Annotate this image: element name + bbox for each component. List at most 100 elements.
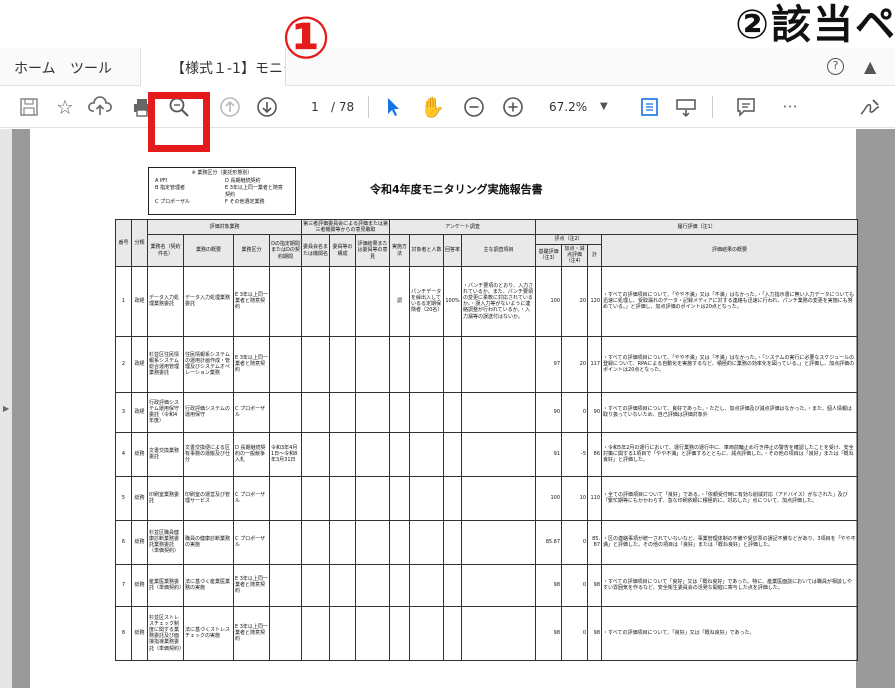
- upload-icon[interactable]: [88, 95, 112, 119]
- cell-overview: ・全ての評価項目について「良好」である。・「依頼受付時に有効な削減対応（アドバイ…: [601, 475, 859, 521]
- cell-result: [355, 391, 391, 433]
- cell-rate: [443, 391, 463, 433]
- cell-method: [389, 391, 411, 433]
- comment-icon[interactable]: [734, 95, 758, 119]
- cell-overview: ・すべての評価項目について、「良好」又は「概ね良好」であった。: [601, 605, 859, 661]
- cell-category: 政経: [131, 335, 148, 393]
- cell-base: 98: [535, 605, 563, 661]
- cell-committee: [301, 475, 331, 521]
- fit-page-icon[interactable]: [638, 95, 662, 119]
- cell-division: C プロポーザル: [233, 475, 270, 521]
- cell-method: [389, 563, 411, 607]
- toolbar-divider: [712, 96, 713, 118]
- bell-icon[interactable]: ▲: [864, 57, 876, 76]
- cell-target: [409, 563, 445, 607]
- cell-members: [329, 605, 357, 661]
- cell-overview: ・令和5年2月の運行において、運行業務の運行中に、車両前輪止め行き停止の警告を確…: [601, 431, 859, 477]
- cell-category: 総務: [131, 563, 148, 607]
- cursor-icon[interactable]: [383, 95, 403, 119]
- chevron-down-icon[interactable]: ▼: [600, 96, 608, 118]
- left-panel-toggle[interactable]: ▶: [0, 129, 12, 688]
- table-row: 4 総務 文書交換業務委託 文書交換便による区有事務の運搬及び仕分 D 長期継続契約の一…: [115, 431, 859, 477]
- legend-header: ※ 業務区分（委託形態別）: [191, 170, 253, 176]
- cell-period: [268, 391, 303, 433]
- cell-adj: 0: [561, 563, 589, 607]
- scroll-mode-icon[interactable]: [674, 95, 698, 119]
- save-icon[interactable]: [18, 95, 40, 119]
- cell-period: [268, 265, 303, 337]
- star-icon[interactable]: ☆: [54, 95, 76, 119]
- cell-method: [389, 605, 411, 661]
- expand-panel-icon[interactable]: ▶: [3, 404, 9, 413]
- cell-result: [355, 475, 391, 521]
- header-overview: 評価結果の概要: [601, 234, 859, 267]
- cell-name: 杉並区住民情報系システム総合運用管理業務委託: [147, 335, 184, 393]
- cell-items: ・パンチ要項のとおり、入力されているか。また、パンチ要領の変更に柔軟に対応されて…: [461, 265, 537, 337]
- cell-division: E 3年以上同一業者と随意契約: [233, 563, 270, 607]
- header-adj-score: 加点・減点評価（注4）: [561, 243, 589, 267]
- header-total: 計: [587, 243, 603, 267]
- legend-item: E 3年以上同一業者と随意契約: [225, 185, 283, 198]
- cell-rate: [443, 335, 463, 393]
- cell-method: 調: [389, 265, 411, 337]
- cell-result: [355, 265, 391, 337]
- zoom-level[interactable]: 67.2%: [549, 96, 587, 118]
- legend-item: F その他選定業務: [225, 199, 265, 205]
- cell-items: [461, 475, 537, 521]
- header-performance: 履行評価（注1）: [535, 218, 859, 236]
- header-members: 委員等の構成: [329, 234, 357, 267]
- step-marker: ①: [281, 4, 331, 72]
- tab-document[interactable]: 【様式１-1】モニタリ...: [140, 48, 286, 86]
- cell-summary: データ入力処理業務委託: [183, 265, 234, 337]
- table-row: 8 総務 杉並区ストレスチェック制度に関する業務委託及び面接指導業務委託（単価契約）…: [115, 605, 859, 661]
- page-up-icon[interactable]: [218, 95, 242, 119]
- page-number-input[interactable]: 1: [300, 96, 330, 118]
- tab-home[interactable]: ホーム: [14, 58, 56, 78]
- cell-overview: ・すべての評価項目について、「やや不満」又は「不満」はなかった。・「入力指示書に…: [601, 265, 859, 337]
- header-third-party: 第三者評価委員会による評価または第三者機関等からの意見聴取: [301, 218, 391, 236]
- tab-tools[interactable]: ツール: [70, 58, 112, 78]
- cell-committee: [301, 563, 331, 607]
- cell-committee: [301, 519, 331, 565]
- legend-box: ※ 業務区分（委託形態別） A PFI D 長期継続契約 B 指定管理者 E 3…: [148, 167, 296, 215]
- cell-members: [329, 475, 357, 521]
- cell-no: 3: [115, 391, 132, 433]
- cell-total: 120: [587, 265, 603, 337]
- cell-base: 100: [535, 475, 563, 521]
- cell-name: 杉並区職員健康診断業務委託業務委託（単価契約）: [147, 519, 184, 565]
- cell-summary: 印刷室の運営及び管理サービス: [183, 475, 234, 521]
- header-result: 評価結果または委員等の意見: [355, 234, 391, 267]
- legend-item: B 指定管理者: [155, 185, 186, 191]
- cell-total: 110: [587, 475, 603, 521]
- cell-base: 100: [535, 265, 563, 337]
- cell-target: [409, 431, 445, 477]
- header-committee: 委員会名または機関名: [301, 234, 331, 267]
- cell-period: [268, 519, 303, 565]
- cell-overview: ・区の連絡事項が統一されていないなど、事業管理体制の不備や受診票の誤記不備などが…: [601, 519, 859, 565]
- zoom-in-icon[interactable]: [501, 95, 525, 119]
- legend-item: A PFI: [155, 178, 168, 184]
- cell-target: [409, 519, 445, 565]
- highlight-box: [148, 92, 210, 152]
- cell-members: [329, 391, 357, 433]
- hand-icon[interactable]: ✋: [420, 95, 445, 119]
- cell-overview: ・すべての評価項目について、良好であった。・ただし、加点評価及び減点評価はなかっ…: [601, 391, 859, 433]
- toolbar: ☆ 1 / 78 ✋ 67.2% ▼ ···: [0, 86, 895, 128]
- cell-items: [461, 335, 537, 393]
- cell-summary: 法に基づく産業医業務の実施: [183, 563, 234, 607]
- cell-rate: [443, 563, 463, 607]
- header-method: 実施方法: [389, 234, 411, 267]
- header-name: 業務名（契約件名）: [147, 234, 184, 267]
- page-down-icon[interactable]: [255, 95, 279, 119]
- cell-overview: ・すべての評価項目について、「やや不満」又は「不満」はなかった。・「システムの実…: [601, 335, 859, 393]
- header-items: 主な調査項目: [461, 234, 537, 267]
- zoom-out-icon[interactable]: [462, 95, 486, 119]
- cell-category: 総務: [131, 519, 148, 565]
- cell-summary: 職員の健康診断業務の実施: [183, 519, 234, 565]
- cell-rate: [443, 431, 463, 477]
- cell-base: 85.87: [535, 519, 563, 565]
- sign-icon[interactable]: [858, 95, 882, 119]
- more-icon[interactable]: ···: [778, 95, 802, 119]
- cell-summary: 文書交換便による区有事務の運搬及び仕分: [183, 431, 234, 477]
- help-icon[interactable]: ?: [827, 58, 844, 75]
